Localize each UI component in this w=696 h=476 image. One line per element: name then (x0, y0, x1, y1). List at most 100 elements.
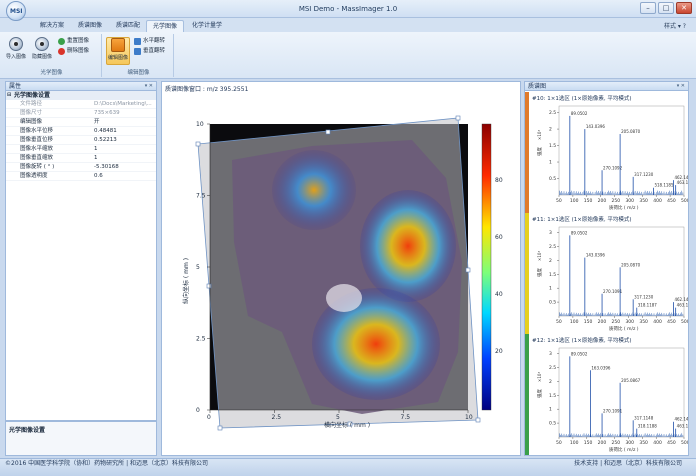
y-tick-label: 7.5 (196, 193, 206, 200)
peak-label: 463.1 (677, 303, 689, 308)
y-tick-label: 1.5 (549, 272, 556, 278)
spectra-title: 质谱图 (528, 83, 547, 90)
x-axis-label: 横向坐标 ( mm ) (324, 421, 370, 429)
x-tick-label: 7.5 (401, 414, 411, 421)
tab-ms-image[interactable]: 质谱图像 (72, 20, 108, 32)
tab-chemometrics[interactable]: 化学计量学 (186, 20, 228, 32)
property-category[interactable]: 光学图像设置 (6, 91, 156, 100)
spectrum-10[interactable]: #10: 1×1选区 (1×原始像素, 平均模式) 89.0502 143.0396… (525, 92, 689, 213)
hide-image-button[interactable]: 隐藏图像 (30, 37, 54, 60)
style-menu[interactable]: 样式 ▾ ? (664, 21, 686, 30)
edit-image-label: 编辑图像 (107, 55, 128, 61)
x-tick-label: 200 (598, 198, 607, 204)
property-value[interactable]: 1 (94, 145, 156, 154)
peak-label: 205.0867 (621, 378, 641, 383)
property-value[interactable]: 0.6 (94, 172, 156, 181)
tab-ms-match[interactable]: 质谱匹配 (110, 20, 146, 32)
x-tick-label: 500 (681, 440, 689, 446)
maximize-button[interactable]: □ (658, 2, 674, 14)
tab-optical-image[interactable]: 光学图像 (146, 20, 185, 32)
x-axis-label: 质荷比 ( m/z ) (609, 446, 639, 453)
property-value[interactable]: 开 (94, 118, 156, 127)
property-row[interactable]: 图像水平位移 0.48481 (6, 127, 156, 136)
peak-label: 205.0870 (621, 129, 641, 134)
colorbar-tick-label: 60 (495, 234, 503, 241)
property-row[interactable]: 编辑图像 开 (6, 118, 156, 127)
reset-image-label: 重置图像 (67, 38, 90, 44)
property-value[interactable]: 0.52213 (94, 136, 156, 145)
flip-horizontal-icon (134, 38, 141, 45)
app-logo-button[interactable]: MSI (6, 1, 26, 21)
x-tick-label: 150 (584, 440, 593, 446)
close-button[interactable]: ✕ (676, 2, 692, 14)
property-row[interactable]: 图像垂直位移 0.52213 (6, 136, 156, 145)
peak-label: 89.0502 (571, 351, 588, 356)
x-tick-label: 300 (625, 198, 634, 204)
y-tick-label: 2.5 (549, 110, 556, 116)
spectra-pin-icon[interactable]: ▾ ✕ (677, 82, 685, 91)
spectrum-11[interactable]: #11: 1×1选区 (1×原始像素, 平均模式) 89.0502 143.0396… (525, 213, 689, 334)
x-tick-label: 50 (556, 198, 562, 204)
spectrum-12[interactable]: #12: 1×1选区 (1×原始像素, 平均模式) 89.0502 163.0396… (525, 334, 689, 455)
tab-solutions[interactable]: 解决方案 (34, 20, 70, 32)
delete-image-button[interactable]: 删除图像 (58, 47, 89, 56)
x-tick-label: 500 (681, 198, 689, 204)
y-tick-label: 1.5 (549, 393, 556, 399)
peak-label: 317.1230 (634, 172, 654, 177)
y-tick-label: 10 (196, 121, 204, 128)
x-tick-label: 2.5 (272, 414, 282, 421)
spectrum-plot[interactable]: 89.0502 143.0396 270.1092 205.0870 317.1230 5… (529, 92, 689, 213)
x-tick-label: 500 (681, 319, 689, 325)
property-row[interactable]: 图像尺寸 735×639 (6, 109, 156, 118)
spectrum-plot[interactable]: 89.0502 143.0396 270.1091 205.0870 317.1230 3… (529, 213, 689, 334)
ms-image-viewer[interactable]: 质谱图像窗口 : m/z 395.2551 0 2.5 5 7.5 10 0 2… (161, 81, 521, 456)
x-tick-label: 200 (598, 440, 607, 446)
flip-horizontal-label: 水平翻转 (143, 38, 166, 44)
y-exponent-label: ×10⁴ (537, 251, 542, 261)
colorbar (481, 123, 492, 411)
property-value[interactable]: -5.30168 (94, 163, 156, 172)
property-row[interactable]: 图像垂直缩放 1 (6, 154, 156, 163)
peak-label: 317.1148 (634, 415, 654, 420)
spectra-panel: #10: 1×1选区 (1×原始像素, 平均模式) 89.0502 143.0396… (524, 81, 689, 456)
reset-icon (58, 38, 65, 45)
plot-area (558, 347, 685, 438)
peak-label: 462.1403 (674, 417, 689, 422)
spectrum-plot[interactable]: 89.0502 163.0396 270.1091 205.0867 317.1148 3… (529, 334, 689, 455)
y-axis-label: 强度 (536, 268, 543, 277)
peak-label: 318.1188 (638, 424, 658, 429)
camera-hide-icon (35, 37, 49, 51)
property-row[interactable]: 图像水平缩放 1 (6, 145, 156, 154)
status-support-link[interactable]: 技术支持 | 和迈思（北京）科技有限公司 (574, 459, 682, 469)
y-tick-label: 3 (549, 351, 552, 357)
y-tick-label: 2 (549, 127, 552, 133)
y-tick-label: 2 (549, 379, 552, 385)
x-tick-label: 350 (639, 198, 648, 204)
property-row[interactable]: 文件路径 D:\Docs\Marketing\... (6, 100, 156, 109)
flip-horizontal-button[interactable]: 水平翻转 (134, 37, 165, 46)
x-tick-label: 450 (667, 198, 676, 204)
property-row[interactable]: 图像旋转 ( ° ) -5.30168 (6, 163, 156, 172)
property-name: 图像垂直位移 (20, 137, 54, 143)
property-value[interactable]: 1 (94, 154, 156, 163)
peak-label: 143.0396 (586, 253, 606, 258)
import-image-label: 导入图像 (5, 54, 26, 60)
pin-icon[interactable]: ▾ ✕ (145, 82, 153, 91)
y-tick-label: 0.5 (549, 176, 556, 182)
x-axis-label: 质荷比 ( m/z ) (609, 325, 639, 332)
reset-image-button[interactable]: 重置图像 (58, 37, 89, 46)
ribbon-group-optical: 导入图像 隐藏图像 重置图像 删除图像 光学图像 (2, 34, 102, 77)
edit-image-button[interactable]: 编辑图像 (106, 37, 130, 65)
x-tick-label: 350 (639, 319, 648, 325)
ms-image-plot[interactable]: 0 2.5 5 7.5 10 0 2.5 5 7.5 10 横向坐标 ( mm ) 纵向坐标 ( … (162, 82, 520, 455)
import-image-button[interactable]: 导入图像 (4, 37, 28, 60)
peak-label: 89.0502 (571, 111, 588, 116)
minimize-button[interactable]: – (640, 2, 656, 14)
y-axis-label: 强度 (536, 147, 543, 156)
peak-label: 463.1 (677, 424, 689, 429)
property-value[interactable]: 0.48481 (94, 127, 156, 136)
property-name: 图像水平缩放 (20, 146, 54, 152)
flip-vertical-button[interactable]: 垂直翻转 (134, 47, 165, 56)
property-row[interactable]: 图像透明度 0.6 (6, 172, 156, 181)
y-tick-label: 0.5 (549, 421, 556, 427)
